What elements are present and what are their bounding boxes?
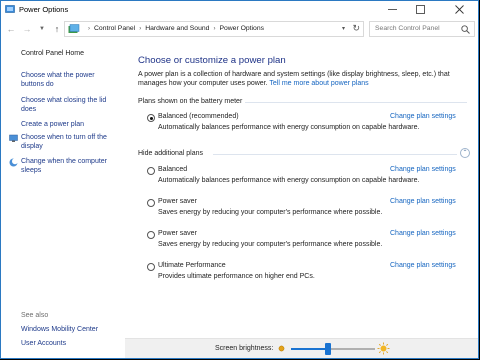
plan-radio[interactable] xyxy=(147,263,155,271)
sidebar-item-windows-mobility-center[interactable]: Windows Mobility Center xyxy=(21,325,98,334)
sidebar-item-computer-sleeps-line2[interactable]: sleeps xyxy=(21,166,41,175)
control-panel-icon xyxy=(68,24,80,33)
recent-locations-chevron-icon[interactable]: ▼ xyxy=(36,23,48,35)
address-bar: ← → ▼ ↑ › Control Panel › Hardware and Soun… xyxy=(1,19,478,39)
sleep-moon-icon xyxy=(9,158,18,167)
address-dropdown-chevron-icon[interactable]: ▾ xyxy=(342,25,345,32)
close-icon xyxy=(455,5,464,14)
breadcrumb-control-panel[interactable]: Control Panel xyxy=(94,25,135,32)
change-plan-settings-link[interactable]: Change plan settings xyxy=(390,198,456,205)
power-options-window: Power Options ← → ▼ ↑ › Control Panel › Har… xyxy=(0,0,479,359)
title-bar: Power Options xyxy=(1,1,478,18)
screen-brightness-label: Screen brightness: xyxy=(215,345,274,352)
sidebar-item-power-buttons-line1[interactable]: Choose what the power xyxy=(21,71,95,80)
up-arrow-icon[interactable]: ↑ xyxy=(51,23,63,35)
change-plan-settings-link[interactable]: Change plan settings xyxy=(390,230,456,237)
sidebar-item-computer-sleeps-line1[interactable]: Change when the computer xyxy=(21,157,107,166)
change-plan-settings-link[interactable]: Change plan settings xyxy=(390,113,456,120)
plan-ultimate-performance: Ultimate Performance Change plan setting… xyxy=(147,262,467,284)
plan-name: Balanced (recommended) xyxy=(158,113,239,120)
plan-balanced: Balanced Change plan settings Automatica… xyxy=(147,166,467,188)
sidebar-item-turn-off-display-line1[interactable]: Choose when to turn off the xyxy=(21,133,107,142)
address-field[interactable]: › Control Panel › Hardware and Sound › Power … xyxy=(64,21,364,37)
change-plan-settings-link[interactable]: Change plan settings xyxy=(390,262,456,269)
breadcrumb-hardware-and-sound[interactable]: Hardware and Sound xyxy=(145,25,209,32)
brightness-slider-thumb[interactable] xyxy=(324,343,331,355)
dim-sun-icon xyxy=(278,345,285,352)
plan-description: Saves energy by reducing your computer's… xyxy=(158,209,383,216)
plan-description: Saves energy by reducing your computer's… xyxy=(158,241,383,248)
plan-power-saver: Power saver Change plan settings Saves e… xyxy=(147,198,467,220)
plan-description: Provides ultimate performance on higher … xyxy=(158,273,315,280)
sidebar: Control Panel Home Choose what the power… xyxy=(1,39,125,358)
sidebar-item-power-buttons-line2[interactable]: buttons do xyxy=(21,80,54,89)
refresh-icon[interactable]: ↻ xyxy=(352,23,360,34)
plan-radio[interactable] xyxy=(147,199,155,207)
brightness-slider[interactable] xyxy=(291,343,375,355)
sidebar-item-closing-lid-line2[interactable]: does xyxy=(21,105,36,114)
battery-meter-section-label: Plans shown on the battery meter xyxy=(138,98,243,105)
see-also-heading: See also xyxy=(21,312,49,319)
breadcrumb-chevron-icon: › xyxy=(213,26,216,32)
back-arrow-icon[interactable]: ← xyxy=(5,23,17,35)
section-divider xyxy=(213,154,457,155)
close-button[interactable] xyxy=(441,1,478,18)
plan-description: Automatically balances performance with … xyxy=(158,124,420,131)
forward-arrow-icon[interactable]: → xyxy=(21,23,33,35)
plan-radio-selected[interactable] xyxy=(147,114,155,122)
section-divider xyxy=(245,102,467,103)
sidebar-item-control-panel-home[interactable]: Control Panel Home xyxy=(21,49,84,58)
minimize-button[interactable] xyxy=(378,1,406,18)
plan-radio[interactable] xyxy=(147,231,155,239)
plan-radio[interactable] xyxy=(147,167,155,175)
plan-name: Balanced xyxy=(158,166,188,173)
collapse-chevron-icon[interactable]: ⌃ xyxy=(460,148,470,158)
page-title: Choose or customize a power plan xyxy=(138,55,286,66)
tell-me-more-link[interactable]: Tell me more about power plans xyxy=(269,80,368,87)
sidebar-item-user-accounts[interactable]: User Accounts xyxy=(21,339,66,348)
plan-name: Power saver xyxy=(158,198,197,205)
minimize-icon xyxy=(387,9,397,10)
breadcrumb: › Control Panel › Hardware and Sound › Power … xyxy=(84,25,264,32)
change-plan-settings-link[interactable]: Change plan settings xyxy=(390,166,456,173)
bright-sun-icon xyxy=(377,342,390,355)
plan-name: Ultimate Performance xyxy=(158,262,226,269)
window-title: Power Options xyxy=(19,5,69,14)
search-icon xyxy=(461,25,470,34)
search-input[interactable]: Search Control Panel xyxy=(369,21,475,37)
breadcrumb-chevron-icon: › xyxy=(88,26,90,32)
main-content: Choose or customize a power plan A power… xyxy=(125,39,478,338)
brightness-slider-fill xyxy=(291,348,328,350)
plan-description: Automatically balances performance with … xyxy=(158,177,420,184)
plan-balanced-recommended: Balanced (recommended) Change plan setti… xyxy=(147,113,467,135)
breadcrumb-power-options[interactable]: Power Options xyxy=(219,25,264,32)
search-placeholder: Search Control Panel xyxy=(375,25,440,32)
power-options-app-icon xyxy=(5,5,15,13)
plan-name: Power saver xyxy=(158,230,197,237)
hide-additional-plans-label[interactable]: Hide additional plans xyxy=(138,150,203,157)
sidebar-item-closing-lid-line1[interactable]: Choose what closing the lid xyxy=(21,96,106,105)
breadcrumb-chevron-icon: › xyxy=(139,26,142,32)
sidebar-item-turn-off-display-line2[interactable]: display xyxy=(21,142,43,151)
sidebar-item-create-power-plan[interactable]: Create a power plan xyxy=(21,120,84,129)
display-shield-icon xyxy=(9,134,18,142)
plan-power-saver-2: Power saver Change plan settings Saves e… xyxy=(147,230,467,252)
brightness-bar: Screen brightness: xyxy=(125,338,478,358)
maximize-button[interactable] xyxy=(406,1,434,18)
intro-paragraph: A power plan is a collection of hardware… xyxy=(138,70,468,88)
maximize-icon xyxy=(415,5,425,14)
